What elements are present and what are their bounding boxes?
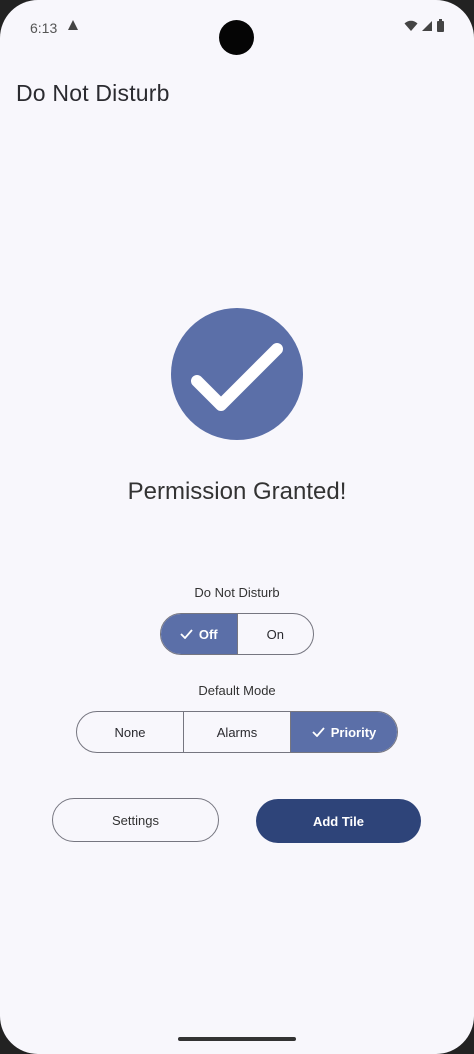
warning-icon	[67, 19, 79, 34]
check-icon	[180, 629, 193, 639]
check-icon	[191, 343, 283, 411]
phone-screen: 6:13 Do Not Disturb Permission Granted! …	[0, 0, 474, 1054]
default-mode-label: Default Mode	[198, 683, 276, 698]
dnd-option-off-label: Off	[198, 626, 218, 642]
mode-option-none[interactable]: None	[77, 712, 184, 752]
status-bar: 6:13	[0, 0, 474, 58]
battery-icon	[437, 19, 444, 37]
check-icon	[312, 727, 325, 737]
dnd-label: Do Not Disturb	[194, 585, 280, 600]
mode-option-priority-label: Priority	[330, 724, 377, 740]
mode-option-none-label: None	[114, 724, 146, 740]
settings-button[interactable]: Settings	[52, 798, 219, 842]
status-icons	[404, 19, 444, 37]
permission-message: Permission Granted!	[127, 478, 347, 505]
camera-cutout	[219, 20, 254, 55]
dnd-option-off[interactable]: Off	[161, 614, 238, 654]
app-title: Do Not Disturb	[16, 80, 170, 106]
dnd-option-on-label: On	[266, 626, 284, 642]
signal-icon	[422, 19, 433, 37]
mode-option-alarms-label: Alarms	[216, 724, 258, 740]
home-indicator[interactable]	[178, 1037, 296, 1041]
wifi-icon	[404, 19, 418, 37]
default-mode-selector: None Alarms Priority	[76, 711, 398, 753]
check-circle	[171, 308, 303, 440]
dnd-option-on[interactable]: On	[238, 614, 314, 654]
status-time: 6:13	[30, 20, 58, 36]
mode-option-priority[interactable]: Priority	[291, 712, 397, 752]
add-tile-button[interactable]: Add Tile	[256, 799, 421, 843]
mode-option-alarms[interactable]: Alarms	[184, 712, 291, 752]
dnd-toggle: Off On	[160, 613, 314, 655]
